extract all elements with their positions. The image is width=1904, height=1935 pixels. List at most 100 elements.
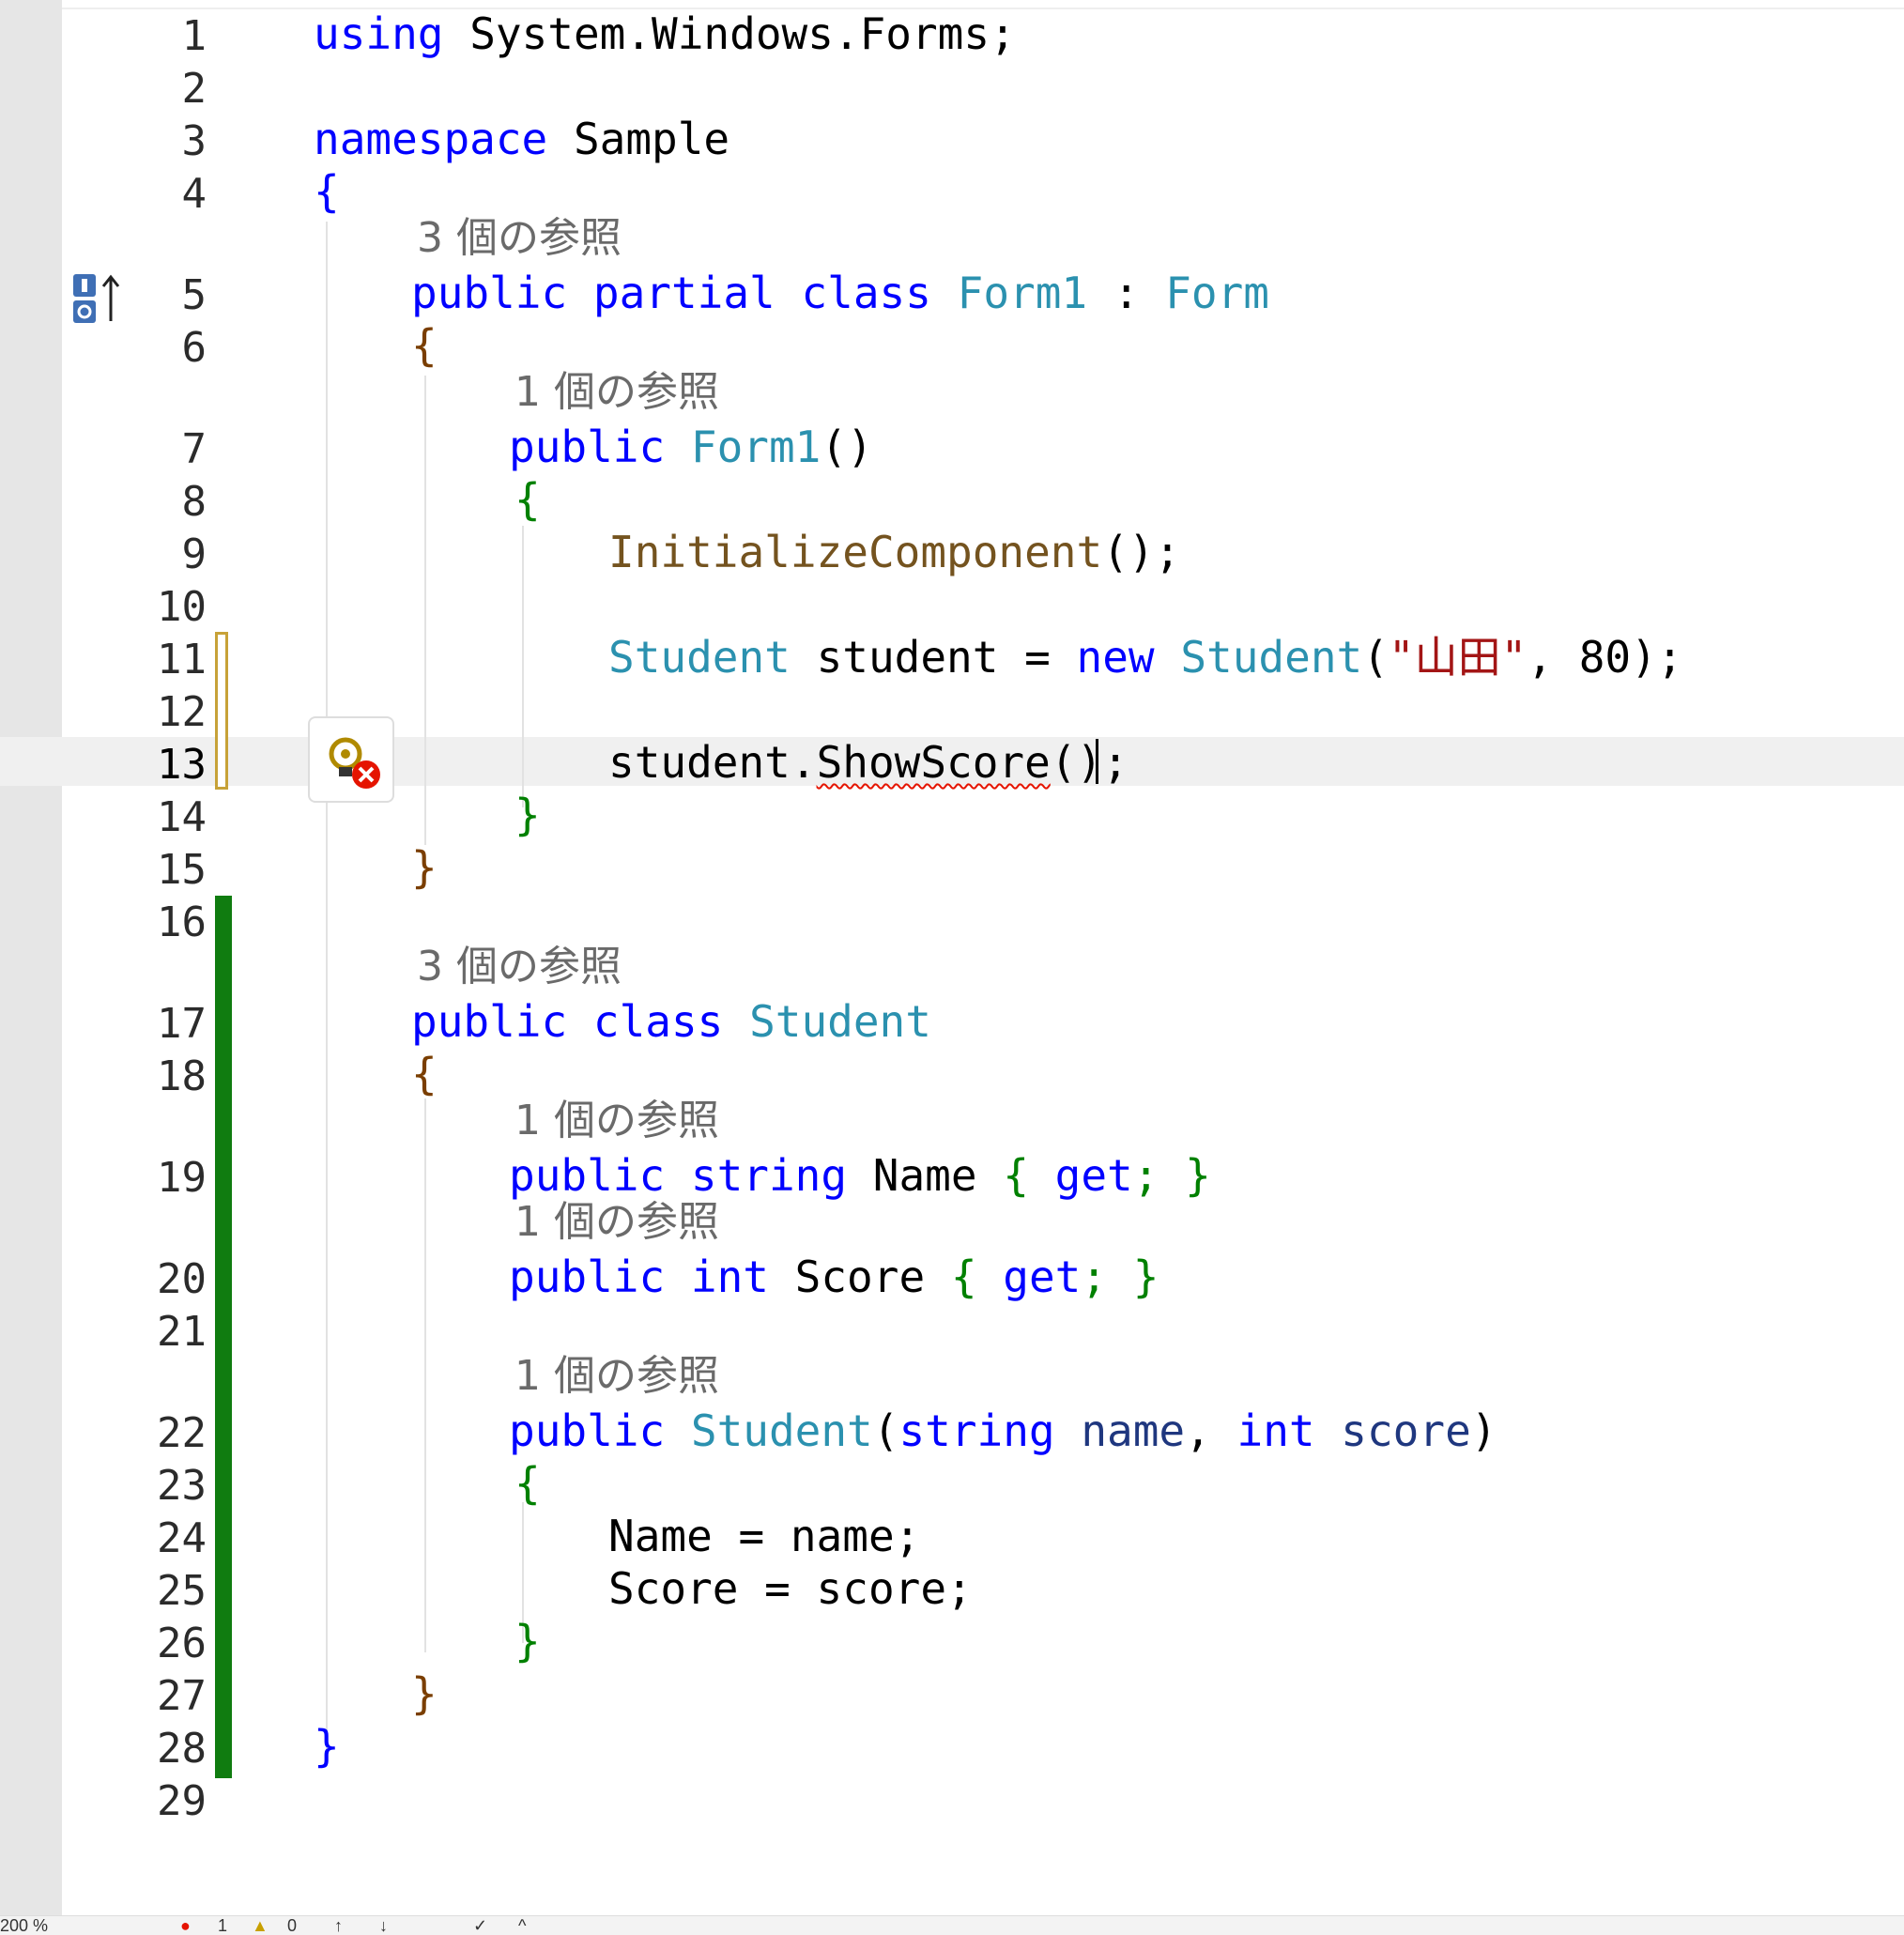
keyword: using [314, 8, 444, 59]
error-icon[interactable]: ● [180, 1917, 191, 1934]
code-line-9[interactable]: InitializeComponent(); [608, 526, 1180, 578]
keyword: namespace [314, 114, 548, 164]
line-number: 29 [157, 1777, 207, 1825]
parameter: score [1341, 1405, 1471, 1456]
punctuation: : [1087, 268, 1166, 318]
code-cleanup-icon[interactable]: ✓ [473, 1917, 487, 1934]
line-number: 20 [157, 1255, 207, 1303]
punctuation: ) [1470, 1405, 1497, 1456]
line-number: 3 [181, 117, 207, 165]
line-number: 26 [157, 1620, 207, 1667]
method-name: InitializeComponent [608, 527, 1103, 577]
punctuation: ( [872, 1405, 899, 1456]
code-line-15[interactable]: } [411, 841, 438, 894]
code-line-7[interactable]: public Form1() [509, 421, 873, 473]
code-line-20[interactable]: public int Score { get; } [509, 1251, 1159, 1303]
code-line-22[interactable]: public Student(string name, int score) [509, 1405, 1497, 1457]
codelens-references[interactable]: 3 個の参照 [417, 941, 622, 993]
brace: ; } [1081, 1252, 1159, 1302]
brace: } [514, 790, 541, 840]
text-caret [1096, 739, 1098, 784]
saved-change-indicator [215, 896, 232, 1778]
punctuation: ); [1631, 632, 1683, 683]
brace: } [314, 1721, 340, 1772]
line-number: 17 [157, 1000, 207, 1048]
code-line-25[interactable]: Score = score; [608, 1562, 973, 1615]
keyword: public [509, 1405, 666, 1456]
keyword: int [690, 1252, 769, 1302]
code-line-18[interactable]: { [411, 1048, 438, 1100]
brace: { [411, 320, 438, 371]
identifier: student. [608, 737, 817, 788]
line-number: 1 [181, 12, 207, 60]
code-line-14[interactable]: } [514, 789, 541, 841]
keyword: int [1236, 1405, 1315, 1456]
identifier: student [816, 632, 999, 683]
line-number: 25 [157, 1567, 207, 1615]
quick-actions-lightbulb-button[interactable] [308, 716, 394, 803]
code-line-8[interactable]: { [514, 473, 541, 526]
punctuation: ( [1362, 632, 1389, 683]
statement: Score = score; [608, 1563, 973, 1614]
identifier: Name [872, 1150, 977, 1201]
code-line-13[interactable]: student.ShowScore(); [608, 736, 1129, 789]
type-name: Form1 [957, 268, 1088, 318]
error-count[interactable]: 1 [218, 1917, 227, 1934]
code-line-11[interactable]: Student student = new Student("山田", 80); [608, 631, 1682, 683]
chevron-up-icon[interactable]: ^ [518, 1917, 526, 1934]
zoom-level[interactable]: 200 % [0, 1917, 48, 1934]
number-literal: 80 [1578, 632, 1632, 683]
line-number: 18 [157, 1052, 207, 1100]
keyword: get [1054, 1150, 1133, 1201]
code-line-24[interactable]: Name = name; [608, 1510, 920, 1562]
code-line-6[interactable]: { [411, 319, 438, 372]
line-number: 12 [157, 688, 207, 736]
codelens-references[interactable]: 1 個の参照 [514, 1095, 719, 1147]
code-editor[interactable]: 1 2 3 4 5 6 7 8 9 10 11 12 13 14 15 16 1… [0, 0, 1904, 1934]
code-line-1[interactable]: using System.Windows.Forms; [314, 8, 1016, 60]
lightbulb-error-icon [329, 737, 380, 789]
punctuation: (); [1050, 737, 1129, 788]
line-number: 27 [157, 1672, 207, 1720]
type-name: Student [690, 1405, 873, 1456]
code-line-5[interactable]: public partial class Form1 : Form [411, 267, 1269, 319]
error-method-name[interactable]: ShowScore [817, 737, 1051, 788]
code-line-27[interactable]: } [411, 1667, 438, 1720]
code-line-17[interactable]: public class Student [411, 995, 931, 1048]
line-number: 4 [181, 170, 207, 218]
codelens-references[interactable]: 3 個の参照 [417, 212, 622, 265]
navigate-down-icon[interactable]: ↓ [379, 1917, 388, 1934]
keyword: get [1003, 1252, 1082, 1302]
brace: { [950, 1252, 1004, 1302]
identifier: Score [794, 1252, 926, 1302]
codelens-references[interactable]: 1 個の参照 [514, 366, 719, 419]
codelens-references[interactable]: 1 個の参照 [514, 1196, 719, 1249]
brace: { [514, 474, 541, 525]
unsaved-change-indicator [215, 632, 228, 790]
line-number: 10 [157, 583, 207, 631]
code-line-4[interactable]: { [314, 165, 340, 218]
code-line-28[interactable]: } [314, 1720, 340, 1773]
code-line-26[interactable]: } [514, 1615, 541, 1667]
navigate-up-icon[interactable]: ↑ [334, 1917, 343, 1934]
codelens-references[interactable]: 1 個の参照 [514, 1350, 719, 1403]
code-line-19[interactable]: public string Name { get; } [509, 1149, 1211, 1202]
indent-guide [424, 1098, 426, 1652]
brace: ; } [1132, 1150, 1211, 1201]
indent-guide [326, 222, 328, 1761]
brace: { [411, 1049, 438, 1099]
line-number: 28 [157, 1725, 207, 1773]
line-number: 24 [157, 1514, 207, 1562]
line-number-current: 13 [157, 741, 207, 789]
warning-count[interactable]: 0 [287, 1917, 297, 1934]
line-number: 11 [157, 636, 207, 683]
line-number: 16 [157, 898, 207, 946]
warning-icon[interactable]: ▲ [252, 1917, 269, 1934]
statement: Name = name; [608, 1511, 921, 1561]
line-number: 21 [157, 1308, 207, 1356]
line-number: 22 [157, 1409, 207, 1457]
code-line-3[interactable]: namespace Sample [314, 113, 729, 165]
keyword: string [898, 1405, 1055, 1456]
editor-margin [0, 0, 62, 1915]
code-line-23[interactable]: { [514, 1457, 541, 1510]
